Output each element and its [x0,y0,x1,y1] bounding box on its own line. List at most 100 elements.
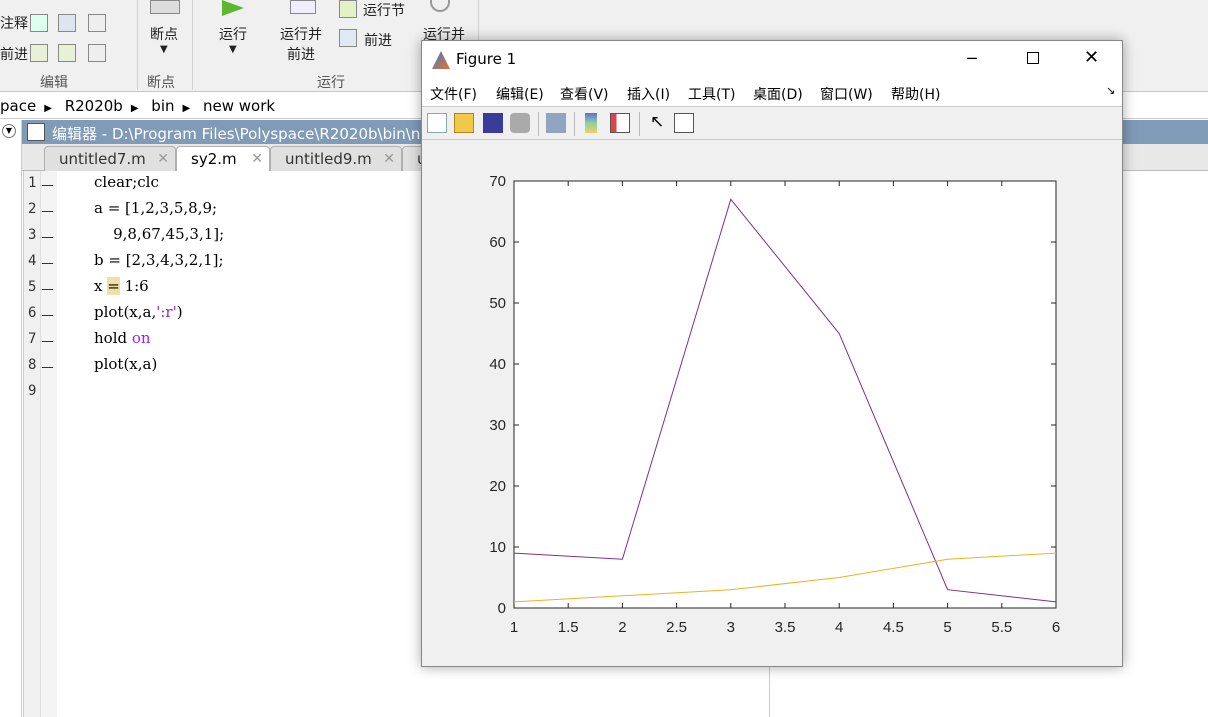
run-button[interactable]: 运行 [219,24,247,44]
chevron-down-icon[interactable]: ▼ [160,44,168,55]
x-tick-label: 3 [727,619,735,636]
code-text: x [94,277,108,295]
run-section-icon[interactable] [339,0,357,18]
panel-menu-icon[interactable]: ▼ [2,124,16,138]
legend-icon[interactable] [610,113,630,133]
menu-desktop[interactable]: 桌面(D) [753,84,803,104]
breadcrumb-item[interactable]: pace [0,97,36,115]
clock-icon[interactable] [430,0,450,12]
code-line[interactable]: clear;clc [94,173,159,191]
new-figure-icon[interactable] [427,113,447,133]
axes-box [513,180,1057,609]
increase-indent-icon[interactable] [58,44,76,62]
close-icon[interactable]: ✕ [251,151,263,167]
breakpoint-button[interactable]: 断点 [150,24,178,44]
breadcrumb-item[interactable]: new work [203,97,275,115]
line-number: 6 [28,305,37,321]
breadcrumb-item[interactable]: bin [151,97,174,115]
tab-untitled9[interactable]: untitled9.m ✕ [270,146,402,171]
save-icon[interactable] [483,113,503,133]
figure-window: Figure 1 ─ ✕ 文件(F) 编辑(E) 查看(V) 插入(I) 工具(… [421,40,1123,667]
run-icon[interactable] [222,0,244,16]
menu-file[interactable]: 文件(F) [430,84,477,104]
menu-help[interactable]: 帮助(H) [891,84,940,104]
close-icon[interactable]: ✕ [157,151,169,167]
close-icon[interactable]: ✕ [383,151,395,167]
x-tick-label: 1.5 [558,619,579,636]
x-tick-label: 5 [943,619,951,636]
comment-percent-icon[interactable] [30,14,48,32]
code-text: hold [94,329,132,347]
minimize-icon[interactable]: ─ [967,49,977,68]
maximize-icon[interactable] [1027,52,1039,64]
breakpoint-icon[interactable] [150,0,180,14]
breadcrumb-item[interactable]: R2020b [65,97,123,115]
warning-highlight[interactable]: = [107,277,120,295]
run-advance-button[interactable]: 运行并 [280,24,322,44]
dock-arrow-icon[interactable]: ↘ [1106,84,1115,97]
matlab-logo-icon [432,51,450,69]
code-line[interactable]: x = 1:6 [94,277,149,295]
y-tick-label: 60 [489,234,506,251]
breakpoint-marker[interactable] [42,263,53,264]
print-icon[interactable] [510,113,530,133]
menu-insert[interactable]: 插入(I) [627,84,670,104]
code-line[interactable]: plot(x,a,':r') [94,303,183,321]
breakpoint-section-label: 断点 [147,75,175,91]
edit-section-label: 编辑 [40,75,68,91]
left-panel: ▼ [0,120,22,717]
breakpoint-marker[interactable] [42,367,53,368]
close-icon[interactable]: ✕ [1084,47,1099,68]
advance-icon[interactable] [339,29,357,47]
line-number: 4 [28,253,37,269]
indent-icon[interactable] [30,44,48,62]
tab-label: untitled7.m [59,150,146,168]
line-number: 9 [28,383,37,399]
breakpoint-marker[interactable] [42,341,53,342]
comment-label[interactable]: 注释 [0,13,28,33]
tab-untitled7[interactable]: untitled7.m ✕ [44,146,176,171]
wrap-comment-icon[interactable] [88,14,106,32]
breakpoint-marker[interactable] [42,211,53,212]
breakpoint-marker[interactable] [42,289,53,290]
tab-sy2[interactable]: sy2.m ✕ [176,146,270,171]
breakpoint-marker[interactable] [42,185,53,186]
uncomment-icon[interactable] [58,14,76,32]
colorbar-icon[interactable] [585,113,597,133]
code-text: plot(x,a, [94,303,157,321]
tab-label: sy2.m [191,150,237,168]
pointer-icon[interactable]: ↖ [650,113,670,133]
figure-menu-bar: 文件(F) 编辑(E) 查看(V) 插入(I) 工具(T) 桌面(D) 窗口(W… [422,79,1122,107]
property-editor-icon[interactable] [674,113,694,133]
advance-button[interactable]: 前进 [364,30,392,50]
run-advance-button-line2[interactable]: 前进 [287,44,315,64]
open-icon[interactable] [454,113,474,133]
run-advance-icon[interactable] [290,0,316,14]
figure-title: Figure 1 [456,50,517,68]
y-tick-label: 0 [498,600,506,617]
run-section-button[interactable]: 运行节 [363,0,405,20]
indent-label[interactable]: 前进 [0,44,28,64]
plot-axes[interactable]: 1 1.5 2 2.5 3 3.5 4 4.5 5 5.5 6010203040506070 [422,141,1122,667]
figure-toolbar: ↖ [422,108,1122,140]
code-line[interactable]: a = [1,2,3,5,8,9; [94,199,217,217]
x-tick-label: 2 [618,619,626,636]
code-line[interactable]: plot(x,a) [94,355,157,373]
y-tick-label: 10 [489,539,506,556]
menu-edit[interactable]: 编辑(E) [496,84,544,104]
x-tick-label: 6 [1052,619,1060,636]
menu-tools[interactable]: 工具(T) [688,84,735,104]
code-line[interactable]: b = [2,3,4,3,2,1]; [94,251,224,269]
link-icon[interactable] [546,113,566,133]
breakpoint-marker[interactable] [42,315,53,316]
menu-view[interactable]: 查看(V) [560,84,609,104]
line-number: 5 [28,279,37,295]
decrease-indent-icon[interactable] [88,44,106,62]
figure-title-bar: Figure 1 ─ ✕ [422,41,1122,79]
run-section-label: 运行 [317,75,345,91]
code-line[interactable]: 9,8,67,45,3,1]; [94,225,224,243]
menu-window[interactable]: 窗口(W) [820,84,873,104]
breakpoint-marker[interactable] [42,237,53,238]
chevron-down-icon[interactable]: ▼ [229,44,237,55]
code-line[interactable]: hold on [94,329,151,347]
